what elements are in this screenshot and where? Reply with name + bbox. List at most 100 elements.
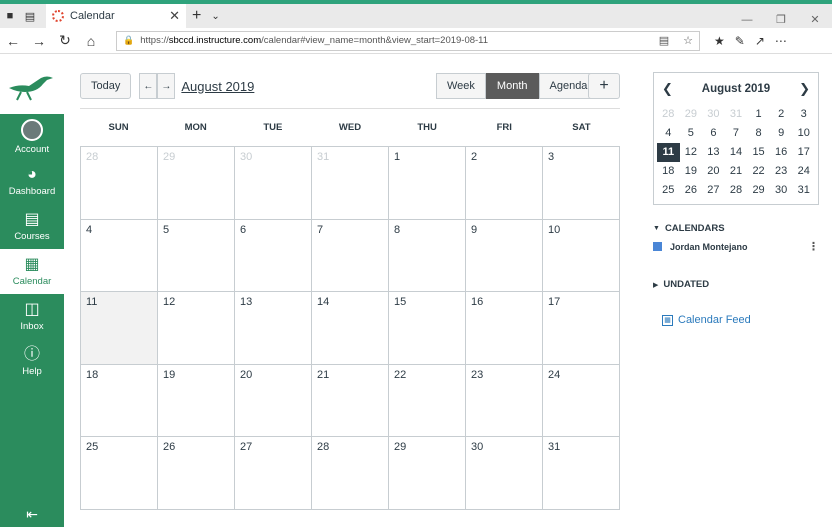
- day-cell[interactable]: 3: [543, 147, 620, 220]
- mini-day[interactable]: 7: [725, 124, 748, 143]
- mini-day[interactable]: 5: [680, 124, 703, 143]
- mini-day[interactable]: 19: [680, 162, 703, 181]
- new-tab-icon[interactable]: +: [192, 7, 201, 25]
- mini-day[interactable]: 25: [657, 181, 680, 200]
- refresh-icon[interactable]: ↻: [52, 32, 78, 49]
- day-cell[interactable]: 24: [543, 364, 620, 437]
- day-cell[interactable]: 11: [81, 292, 158, 365]
- forward-icon[interactable]: →: [26, 33, 52, 49]
- nav-dashboard[interactable]: ◕ Dashboard: [0, 159, 64, 204]
- day-cell[interactable]: 26: [158, 437, 235, 510]
- more-icon[interactable]: ⋯: [775, 34, 787, 48]
- day-cell[interactable]: 15: [389, 292, 466, 365]
- calendar-color-swatch[interactable]: [653, 242, 662, 251]
- nav-inbox[interactable]: ◫ Inbox: [0, 294, 64, 339]
- close-icon[interactable]: ✕: [169, 8, 180, 24]
- day-cell[interactable]: 29: [158, 147, 235, 220]
- mini-day[interactable]: 14: [725, 143, 748, 162]
- mini-day[interactable]: 2: [770, 105, 793, 124]
- next-month-button[interactable]: →: [157, 73, 176, 99]
- day-cell[interactable]: 12: [158, 292, 235, 365]
- day-cell[interactable]: 18: [81, 364, 158, 437]
- day-cell[interactable]: 14: [312, 292, 389, 365]
- mini-day[interactable]: 9: [770, 124, 793, 143]
- day-cell[interactable]: 31: [543, 437, 620, 510]
- nav-courses[interactable]: ▤ Courses: [0, 204, 64, 249]
- week-view-button[interactable]: Week: [436, 73, 486, 99]
- mini-day[interactable]: 30: [770, 181, 793, 200]
- mini-day[interactable]: 31: [725, 105, 748, 124]
- day-cell[interactable]: 6: [235, 219, 312, 292]
- mini-day[interactable]: 17: [792, 143, 815, 162]
- mini-day[interactable]: 22: [747, 162, 770, 181]
- mini-day[interactable]: 30: [702, 105, 725, 124]
- favorite-star-icon[interactable]: ☆: [683, 34, 693, 47]
- favorites-icon[interactable]: ★: [714, 34, 725, 48]
- mini-day[interactable]: 1: [747, 105, 770, 124]
- mini-day[interactable]: 18: [657, 162, 680, 181]
- browser-tab[interactable]: Calendar ✕: [46, 4, 186, 28]
- day-cell[interactable]: 30: [466, 437, 543, 510]
- day-cell[interactable]: 23: [466, 364, 543, 437]
- pen-icon[interactable]: ✎: [735, 34, 745, 48]
- prev-month-button[interactable]: ←: [139, 73, 158, 99]
- mini-day[interactable]: 29: [747, 181, 770, 200]
- day-cell[interactable]: 20: [235, 364, 312, 437]
- nav-account[interactable]: Account: [0, 114, 64, 159]
- day-cell[interactable]: 8: [389, 219, 466, 292]
- day-cell[interactable]: 17: [543, 292, 620, 365]
- mini-day[interactable]: 31: [792, 181, 815, 200]
- day-cell[interactable]: 22: [389, 364, 466, 437]
- add-event-button[interactable]: +: [588, 73, 620, 99]
- chevron-down-icon[interactable]: ⌄: [211, 11, 219, 22]
- mini-day[interactable]: 28: [657, 105, 680, 124]
- day-cell[interactable]: 4: [81, 219, 158, 292]
- today-button[interactable]: Today: [80, 73, 132, 99]
- tab-actions-icon[interactable]: ■: [0, 4, 20, 28]
- day-cell[interactable]: 16: [466, 292, 543, 365]
- mini-day[interactable]: 11: [657, 143, 680, 162]
- day-cell[interactable]: 21: [312, 364, 389, 437]
- nav-calendar[interactable]: ▦ Calendar: [0, 249, 64, 294]
- mini-day[interactable]: 3: [792, 105, 815, 124]
- day-cell[interactable]: 25: [81, 437, 158, 510]
- collapse-nav-icon[interactable]: ⇤: [0, 506, 64, 523]
- back-icon[interactable]: ←: [0, 33, 26, 49]
- day-cell[interactable]: 10: [543, 219, 620, 292]
- mini-day[interactable]: 12: [680, 143, 703, 162]
- mini-prev-icon[interactable]: ❮: [662, 81, 673, 97]
- day-cell[interactable]: 31: [312, 147, 389, 220]
- mini-day[interactable]: 8: [747, 124, 770, 143]
- day-cell[interactable]: 2: [466, 147, 543, 220]
- mini-day[interactable]: 21: [725, 162, 748, 181]
- calendar-list-item[interactable]: Jordan Montejano ⋮: [653, 240, 819, 253]
- day-cell[interactable]: 30: [235, 147, 312, 220]
- month-title[interactable]: August 2019: [181, 79, 254, 94]
- mini-day[interactable]: 20: [702, 162, 725, 181]
- day-cell[interactable]: 29: [389, 437, 466, 510]
- mini-next-icon[interactable]: ❯: [799, 81, 810, 97]
- mini-day[interactable]: 13: [702, 143, 725, 162]
- day-cell[interactable]: 28: [81, 147, 158, 220]
- day-cell[interactable]: 7: [312, 219, 389, 292]
- mini-day[interactable]: 6: [702, 124, 725, 143]
- undated-section-toggle[interactable]: ▶ UNDATED: [653, 279, 819, 290]
- set-aside-tabs-icon[interactable]: ▤: [20, 4, 40, 28]
- day-cell[interactable]: 9: [466, 219, 543, 292]
- mini-day[interactable]: 24: [792, 162, 815, 181]
- mini-day[interactable]: 23: [770, 162, 793, 181]
- day-cell[interactable]: 27: [235, 437, 312, 510]
- share-icon[interactable]: ↗: [755, 34, 765, 48]
- nav-help[interactable]: ⓘ Help: [0, 339, 64, 384]
- home-icon[interactable]: ⌂: [78, 33, 104, 49]
- reading-view-icon[interactable]: ▤: [659, 34, 669, 47]
- mini-day[interactable]: 28: [725, 181, 748, 200]
- day-cell[interactable]: 13: [235, 292, 312, 365]
- calendar-feed-link[interactable]: ▦ Calendar Feed: [653, 314, 819, 326]
- mini-day[interactable]: 15: [747, 143, 770, 162]
- mini-day[interactable]: 26: [680, 181, 703, 200]
- calendars-section-toggle[interactable]: ▼ CALENDARS: [653, 223, 819, 234]
- mini-day[interactable]: 29: [680, 105, 703, 124]
- mini-day[interactable]: 4: [657, 124, 680, 143]
- mini-day[interactable]: 27: [702, 181, 725, 200]
